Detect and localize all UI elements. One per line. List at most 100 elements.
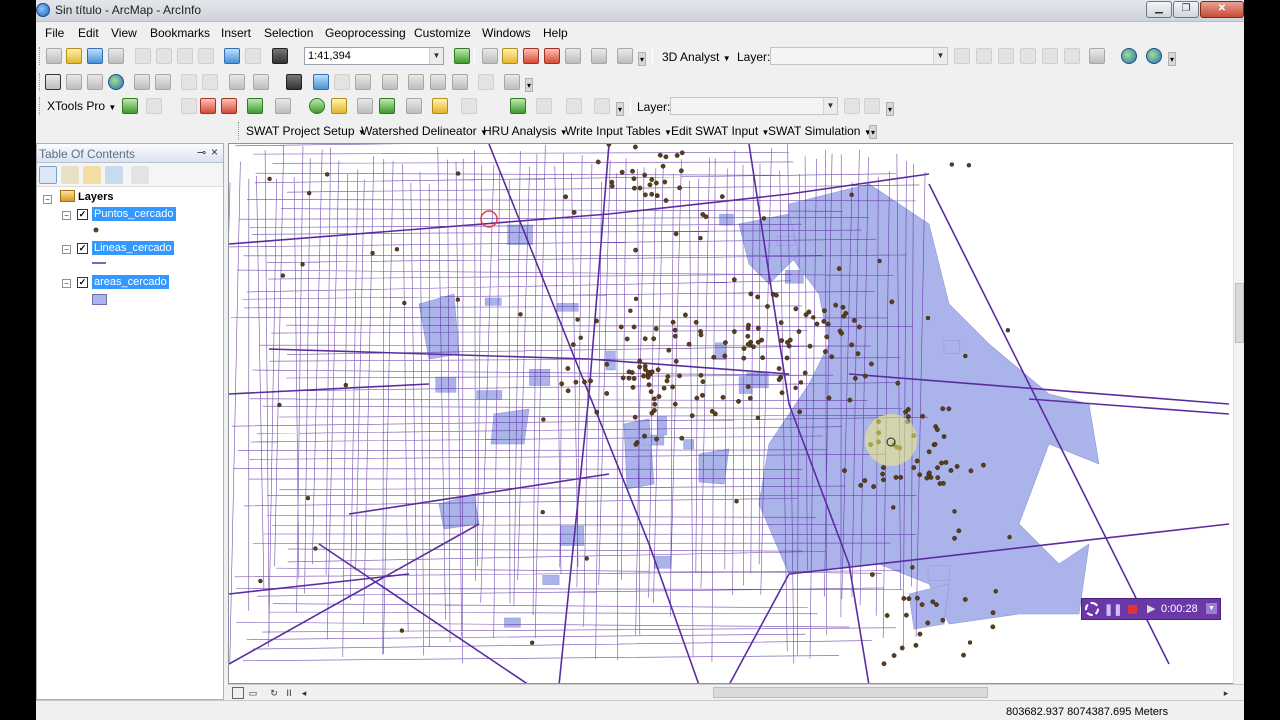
copy-icon[interactable] xyxy=(156,48,172,64)
arcmap-app-icon[interactable] xyxy=(36,3,50,17)
scrollbar-thumb[interactable] xyxy=(1235,283,1244,343)
close-icon[interactable]: × xyxy=(211,145,218,159)
list-by-source-icon[interactable] xyxy=(61,166,79,184)
toolbar-options-icon[interactable]: ▾ xyxy=(638,52,646,66)
pause-icon[interactable]: ❚❚ xyxy=(1104,603,1122,616)
clear-selection-icon[interactable] xyxy=(253,74,269,90)
3d-tool-icon[interactable] xyxy=(1064,48,1080,64)
scroll-right-icon[interactable]: ▸ xyxy=(1220,687,1232,699)
pause-drawing-icon[interactable]: ⅠⅠ xyxy=(283,687,295,699)
swat-project-setup-menu[interactable]: SWAT Project Setup ▼ xyxy=(246,124,366,138)
xtools-layer-combo[interactable]: ▼ xyxy=(670,97,838,115)
menu-customize[interactable]: Customize xyxy=(414,26,471,40)
stop-icon[interactable] xyxy=(1128,605,1137,614)
zoom-in-icon[interactable] xyxy=(45,74,61,90)
3d-tool-icon[interactable] xyxy=(954,48,970,64)
menu-insert[interactable]: Insert xyxy=(221,26,251,40)
layer-visibility-checkbox[interactable]: ✓ xyxy=(77,243,88,254)
arctoolbox-icon[interactable] xyxy=(544,48,560,64)
edit-swat-input-menu[interactable]: Edit SWAT Input ▼ xyxy=(671,124,769,138)
xtools-tool-icon[interactable] xyxy=(461,98,477,114)
xtools-tool-icon[interactable] xyxy=(200,98,216,114)
xtools-tool-icon[interactable] xyxy=(247,98,263,114)
delete-icon[interactable] xyxy=(198,48,214,64)
undo-icon[interactable] xyxy=(224,48,240,64)
map-vertical-scrollbar[interactable] xyxy=(1233,143,1244,684)
play-icon[interactable]: ▶ xyxy=(1147,602,1155,615)
cut-icon[interactable] xyxy=(135,48,151,64)
list-by-visibility-icon[interactable] xyxy=(83,166,101,184)
menu-windows[interactable]: Windows xyxy=(482,26,531,40)
xtools-tool-icon[interactable] xyxy=(331,98,347,114)
menu-edit[interactable]: Edit xyxy=(78,26,99,40)
add-icon[interactable] xyxy=(122,98,138,114)
menu-geoprocessing[interactable]: Geoprocessing xyxy=(325,26,406,40)
scrollbar-thumb[interactable] xyxy=(713,687,988,698)
full-extent-icon[interactable] xyxy=(108,74,124,90)
3d-tool-icon[interactable] xyxy=(1042,48,1058,64)
scatter-chart-icon[interactable] xyxy=(1089,48,1105,64)
open-folder-icon[interactable] xyxy=(66,48,82,64)
list-by-selection-icon[interactable] xyxy=(105,166,123,184)
toolbar-grip[interactable] xyxy=(39,47,42,65)
save-icon[interactable] xyxy=(87,48,103,64)
watershed-delineator-menu[interactable]: Watershed Delineator ▼ xyxy=(361,124,488,138)
model-builder-icon[interactable] xyxy=(591,48,607,64)
scroll-left-icon[interactable]: ◂ xyxy=(298,687,310,699)
xtools-tool-icon[interactable] xyxy=(379,98,395,114)
layer-tool-icon[interactable] xyxy=(844,98,860,114)
list-by-drawing-order-icon[interactable] xyxy=(39,166,57,184)
table-of-contents-icon[interactable] xyxy=(482,48,498,64)
menu-selection[interactable]: Selection xyxy=(264,26,313,40)
menu-file[interactable]: File xyxy=(45,26,64,40)
paste-icon[interactable] xyxy=(177,48,193,64)
3d-tool-icon[interactable] xyxy=(998,48,1014,64)
time-slider-icon[interactable] xyxy=(478,74,494,90)
write-input-tables-menu[interactable]: Write Input Tables ▼ xyxy=(565,124,672,138)
collapse-layer-icon[interactable]: − xyxy=(62,279,71,288)
toolbar-options-icon[interactable]: ▾ xyxy=(525,78,533,92)
menu-bookmarks[interactable]: Bookmarks xyxy=(150,26,210,40)
back-extent-icon[interactable] xyxy=(181,74,197,90)
3d-analyst-menu[interactable]: 3D Analyst ▼ xyxy=(662,50,731,64)
find-binoculars-icon[interactable] xyxy=(408,74,424,90)
table-tool-icon[interactable] xyxy=(146,98,162,114)
arcglobe-icon[interactable] xyxy=(1146,48,1162,64)
fixed-zoom-in-icon[interactable] xyxy=(134,74,150,90)
minimize-button[interactable]: ▁ xyxy=(1146,1,1172,18)
layers-root-label[interactable]: Layers xyxy=(76,190,115,204)
add-data-icon[interactable] xyxy=(272,48,288,64)
xtools-tool-icon[interactable] xyxy=(566,98,582,114)
search-window-icon[interactable] xyxy=(523,48,539,64)
collapse-layer-icon[interactable]: − xyxy=(62,211,71,220)
python-window-icon[interactable] xyxy=(565,48,581,64)
xtools-tool-icon[interactable] xyxy=(594,98,610,114)
xtools-tool-icon[interactable] xyxy=(510,98,526,114)
find-route-icon[interactable] xyxy=(430,74,446,90)
create-viewer-window-icon[interactable] xyxy=(504,74,520,90)
toolbar-options-icon[interactable]: ▾ xyxy=(886,102,894,116)
edit-pencil-icon[interactable] xyxy=(181,98,197,114)
refresh-icon[interactable]: ↻ xyxy=(268,687,280,699)
toolbar-grip[interactable] xyxy=(238,122,241,140)
xtools-pro-menu[interactable]: XTools Pro ▼ xyxy=(47,99,116,113)
toolbar-options-icon[interactable]: ▾ xyxy=(616,102,624,116)
pan-hand-icon[interactable] xyxy=(87,74,103,90)
xtools-tool-icon[interactable] xyxy=(406,98,422,114)
layer-tool-icon[interactable] xyxy=(864,98,880,114)
pin-icon[interactable]: ⊸ xyxy=(197,146,206,159)
3d-layer-combo[interactable]: ▼ xyxy=(770,47,948,65)
layer-visibility-checkbox[interactable]: ✓ xyxy=(77,209,88,220)
toolbar-grip[interactable] xyxy=(39,73,42,91)
layer-visibility-checkbox[interactable]: ✓ xyxy=(77,277,88,288)
arcscene-globe-icon[interactable] xyxy=(1121,48,1137,64)
html-popup-icon[interactable] xyxy=(355,74,371,90)
layer-puntos-cercado[interactable]: Puntos_cercado xyxy=(92,207,176,221)
hru-analysis-menu[interactable]: HRU Analysis ▼ xyxy=(483,124,568,138)
3d-tool-icon[interactable] xyxy=(976,48,992,64)
new-document-icon[interactable] xyxy=(46,48,62,64)
toolbar-options-icon[interactable]: ▾ xyxy=(869,125,877,139)
xtools-tool-icon[interactable] xyxy=(536,98,552,114)
toc-options-icon[interactable] xyxy=(131,166,149,184)
close-button[interactable]: ✕ xyxy=(1200,1,1244,18)
